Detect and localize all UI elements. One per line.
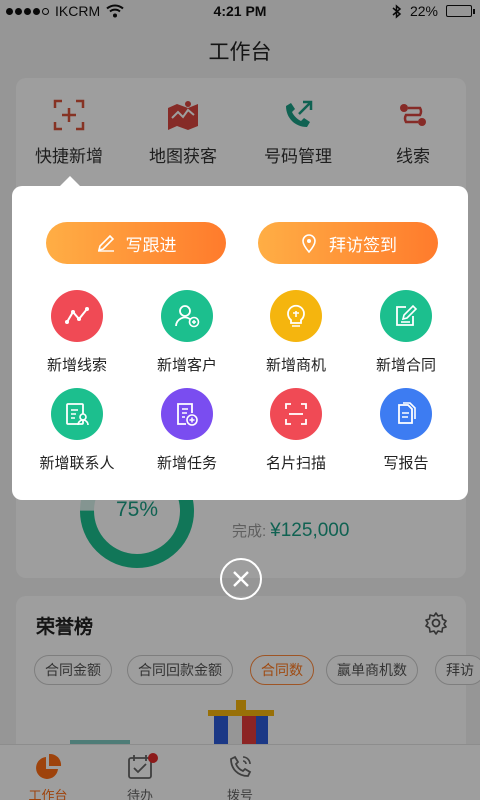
card-scan-label: 名片扫描 bbox=[265, 455, 326, 472]
new-customer-icon-circle bbox=[161, 290, 213, 342]
new-opportunity-item[interactable]: 新增商机 bbox=[241, 290, 351, 375]
new-opportunity-label: 新增商机 bbox=[265, 357, 326, 374]
location-pin-icon bbox=[302, 234, 316, 253]
close-popup-button[interactable] bbox=[220, 558, 262, 600]
new-customer-item[interactable]: 新增客户 bbox=[132, 290, 242, 375]
visit-checkin-label: 拜访签到 bbox=[329, 235, 397, 255]
pencil-icon bbox=[97, 234, 114, 252]
add-user-icon bbox=[175, 305, 200, 328]
card-scan-icon-circle bbox=[270, 388, 322, 440]
new-contract-icon-circle bbox=[380, 290, 432, 342]
new-clue-label: 新增线索 bbox=[46, 357, 107, 374]
new-contract-item[interactable]: 新增合同 bbox=[351, 290, 461, 375]
write-report-label: 写报告 bbox=[383, 455, 429, 472]
close-icon bbox=[233, 571, 249, 587]
new-clue-icon-circle bbox=[51, 290, 103, 342]
visit-checkin-button[interactable]: 拜访签到 bbox=[258, 222, 438, 264]
new-task-icon-circle bbox=[161, 388, 213, 440]
new-contact-item[interactable]: 新增联系人 bbox=[22, 388, 132, 473]
contact-card-icon bbox=[66, 403, 89, 426]
write-followup-label: 写跟进 bbox=[125, 235, 177, 255]
contract-edit-icon bbox=[396, 304, 418, 326]
new-clue-item[interactable]: 新增线索 bbox=[22, 290, 132, 375]
lightbulb-icon bbox=[287, 304, 305, 327]
line-chart-icon bbox=[65, 307, 89, 324]
add-task-icon bbox=[177, 403, 198, 426]
write-report-icon-circle bbox=[380, 388, 432, 440]
report-icon bbox=[398, 402, 416, 424]
quick-add-popup: 写跟进 拜访签到 新增线索 新增客户 新增商机 新增合同 新增联系人 新增任务 … bbox=[12, 186, 468, 500]
new-customer-label: 新增客户 bbox=[156, 357, 217, 374]
new-contact-label: 新增联系人 bbox=[39, 455, 115, 472]
new-task-label: 新增任务 bbox=[156, 455, 217, 472]
write-report-item[interactable]: 写报告 bbox=[351, 388, 461, 473]
write-followup-button[interactable]: 写跟进 bbox=[46, 222, 226, 264]
new-contact-icon-circle bbox=[51, 388, 103, 440]
new-contract-label: 新增合同 bbox=[375, 357, 436, 374]
card-scan-item[interactable]: 名片扫描 bbox=[241, 388, 351, 473]
new-opportunity-icon-circle bbox=[270, 290, 322, 342]
new-task-item[interactable]: 新增任务 bbox=[132, 388, 242, 473]
scan-icon bbox=[285, 403, 307, 425]
